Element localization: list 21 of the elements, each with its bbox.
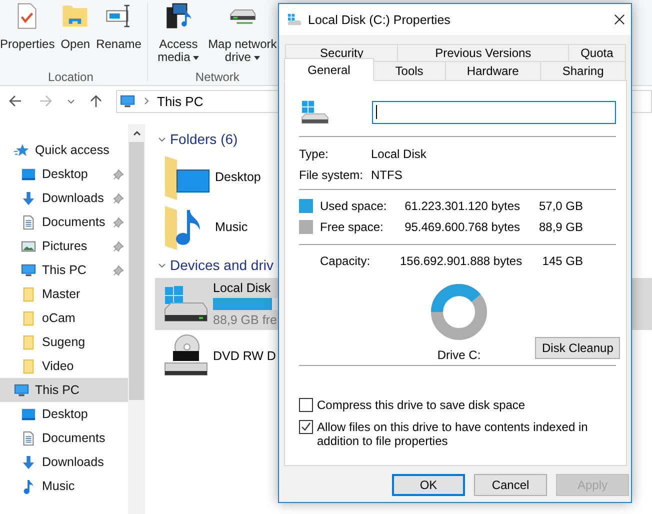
field-label: Type: [299, 146, 330, 160]
field-label: File system: [299, 168, 364, 182]
bytes-value: 156.692.901.888 bytes [400, 254, 520, 268]
group-heading: Devices and driv [170, 257, 274, 273]
field-label: Free space: [320, 220, 384, 234]
bytes-value: 61.223.301.120 bytes [404, 198, 520, 212]
window-title: Local Disk (C:) Properties [308, 12, 452, 26]
size-value: 88,9 GB [538, 220, 583, 234]
group-heading: Folders (6) [170, 131, 238, 147]
checkbox-label: Allow files on this drive to have contents indexed in addition to file properties [317, 420, 589, 448]
size-value: 145 GB [541, 254, 583, 268]
size-value: 57,0 GB [538, 198, 583, 212]
field-value: Local Disk [371, 146, 426, 160]
field-value: NTFS [371, 168, 402, 182]
group-label: Network [195, 70, 240, 84]
checkbox-label: Compress this drive to save disk space [317, 398, 526, 412]
field-label: Capacity: [320, 254, 372, 268]
field-label: Used space: [320, 198, 388, 212]
bytes-value: 95.469.600.768 bytes [404, 220, 520, 234]
drive-caption: Drive C: [437, 348, 481, 362]
group-label: Location [48, 70, 94, 84]
